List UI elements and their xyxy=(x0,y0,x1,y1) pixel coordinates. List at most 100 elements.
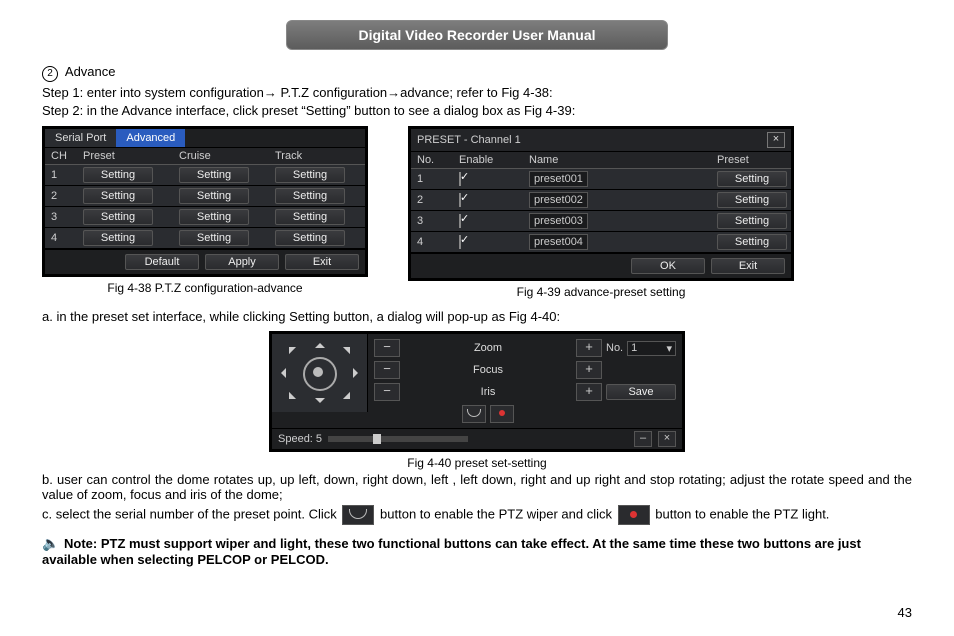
table-row: 4 Setting Setting Setting xyxy=(45,228,365,249)
iris-minus-button[interactable]: − xyxy=(374,383,400,401)
enable-checkbox[interactable] xyxy=(459,235,461,249)
default-button[interactable]: Default xyxy=(125,254,199,270)
preset-setting-button[interactable]: Setting xyxy=(717,234,787,250)
step-2: Step 2: in the Advance interface, click … xyxy=(42,103,912,118)
preset-no-select[interactable]: 1▾ xyxy=(627,341,676,356)
page-number: 43 xyxy=(898,605,912,620)
fig-438-caption: Fig 4-38 P.T.Z configuration-advance xyxy=(107,281,302,295)
fig-439-caption: Fig 4-39 advance-preset setting xyxy=(517,285,686,299)
fig-440-caption: Fig 4-40 preset set-setting xyxy=(407,456,546,470)
table-row: 2 preset002 Setting xyxy=(411,190,791,211)
speaker-icon: 🔈 xyxy=(42,535,56,552)
ptz-up-left-icon[interactable] xyxy=(282,340,296,354)
focus-minus-button[interactable]: − xyxy=(374,361,400,379)
preset-setting-button[interactable]: Setting xyxy=(717,213,787,229)
no-cell: 4 xyxy=(411,234,453,250)
paragraph-a: a. in the preset set interface, while cl… xyxy=(42,309,912,324)
ptz-up-icon[interactable] xyxy=(315,338,325,348)
track-setting-button[interactable]: Setting xyxy=(275,230,345,246)
col-enable: Enable xyxy=(453,152,523,168)
cruise-setting-button[interactable]: Setting xyxy=(179,209,249,225)
cruise-setting-button[interactable]: Setting xyxy=(179,230,249,246)
minimize-icon[interactable]: – xyxy=(634,431,652,447)
preset-setting-button[interactable]: Setting xyxy=(83,230,153,246)
cruise-setting-button[interactable]: Setting xyxy=(179,167,249,183)
enable-checkbox[interactable] xyxy=(459,214,461,228)
paragraph-c: c. select the serial number of the prese… xyxy=(42,505,912,525)
ptz-down-icon[interactable] xyxy=(315,398,325,408)
ptz-left-icon[interactable] xyxy=(276,368,286,378)
fig-438-panel: Serial Port Advanced CH Preset Cruise Tr… xyxy=(42,126,368,277)
no-label: No. xyxy=(606,342,623,354)
chevron-down-icon: ▾ xyxy=(666,342,672,355)
table-row: 2 Setting Setting Setting xyxy=(45,186,365,207)
note: 🔈Note: PTZ must support wiper and light,… xyxy=(42,535,912,567)
speed-slider[interactable] xyxy=(328,436,468,442)
zoom-label: Zoom xyxy=(404,342,572,354)
preset-setting-button[interactable]: Setting xyxy=(83,167,153,183)
col-cruise: Cruise xyxy=(173,148,269,164)
wiper-icon xyxy=(342,505,374,525)
no-cell: 3 xyxy=(411,213,453,229)
wiper-icon[interactable] xyxy=(462,405,486,423)
tab-advanced[interactable]: Advanced xyxy=(116,129,185,147)
paragraph-b: b. user can control the dome rotates up,… xyxy=(42,472,912,502)
preset-setting-button[interactable]: Setting xyxy=(83,188,153,204)
section-number: 2 xyxy=(42,66,58,82)
ch-cell: 2 xyxy=(45,188,77,204)
light-icon[interactable] xyxy=(490,405,514,423)
ptz-down-right-icon[interactable] xyxy=(343,392,357,406)
enable-checkbox[interactable] xyxy=(459,172,461,186)
zoom-plus-button[interactable]: + xyxy=(576,339,602,357)
preset-setting-button[interactable]: Setting xyxy=(717,171,787,187)
iris-label: Iris xyxy=(404,386,572,398)
ch-cell: 4 xyxy=(45,230,77,246)
cruise-setting-button[interactable]: Setting xyxy=(179,188,249,204)
fig-439-panel: PRESET - Channel 1 × No. Enable Name Pre… xyxy=(408,126,794,281)
table-row: 3 Setting Setting Setting xyxy=(45,207,365,228)
ptz-direction-pad[interactable] xyxy=(272,334,368,412)
table-row: 3 preset003 Setting xyxy=(411,211,791,232)
ok-button[interactable]: OK xyxy=(631,258,705,274)
ch-cell: 3 xyxy=(45,209,77,225)
preset-name-input[interactable]: preset002 xyxy=(529,192,588,208)
exit-button[interactable]: Exit xyxy=(285,254,359,270)
page-title: Digital Video Recorder User Manual xyxy=(286,20,668,50)
no-cell: 2 xyxy=(411,192,453,208)
preset-name-input[interactable]: preset003 xyxy=(529,213,588,229)
table-row: 1 preset001 Setting xyxy=(411,169,791,190)
dialog-title: PRESET - Channel 1 xyxy=(417,134,521,146)
col-name: Name xyxy=(523,152,711,168)
col-track: Track xyxy=(269,148,365,164)
track-setting-button[interactable]: Setting xyxy=(275,209,345,225)
close-icon[interactable]: × xyxy=(767,132,785,148)
preset-name-input[interactable]: preset004 xyxy=(529,234,588,250)
preset-setting-button[interactable]: Setting xyxy=(717,192,787,208)
ptz-down-left-icon[interactable] xyxy=(282,392,296,406)
enable-checkbox[interactable] xyxy=(459,193,461,207)
table-row: 1 Setting Setting Setting xyxy=(45,165,365,186)
ptz-stop-icon[interactable] xyxy=(303,357,337,391)
no-cell: 1 xyxy=(411,171,453,187)
close-icon[interactable]: × xyxy=(658,431,676,447)
ptz-right-icon[interactable] xyxy=(353,368,363,378)
exit-button[interactable]: Exit xyxy=(711,258,785,274)
zoom-minus-button[interactable]: − xyxy=(374,339,400,357)
track-setting-button[interactable]: Setting xyxy=(275,167,345,183)
step-1: Step 1: enter into system configuration→… xyxy=(42,85,912,100)
focus-plus-button[interactable]: + xyxy=(576,361,602,379)
fig-440-panel: − Zoom + No. 1▾ − Focus + − Iris + Save xyxy=(269,331,685,452)
tab-serial-port[interactable]: Serial Port xyxy=(45,129,116,147)
col-preset: Preset xyxy=(711,152,791,168)
ptz-up-right-icon[interactable] xyxy=(343,340,357,354)
section-heading: 2 Advance xyxy=(42,64,912,82)
save-button[interactable]: Save xyxy=(606,384,676,400)
preset-setting-button[interactable]: Setting xyxy=(83,209,153,225)
col-no: No. xyxy=(411,152,453,168)
preset-name-input[interactable]: preset001 xyxy=(529,171,588,187)
iris-plus-button[interactable]: + xyxy=(576,383,602,401)
section-label: Advance xyxy=(65,64,116,79)
apply-button[interactable]: Apply xyxy=(205,254,279,270)
track-setting-button[interactable]: Setting xyxy=(275,188,345,204)
light-icon xyxy=(618,505,650,525)
